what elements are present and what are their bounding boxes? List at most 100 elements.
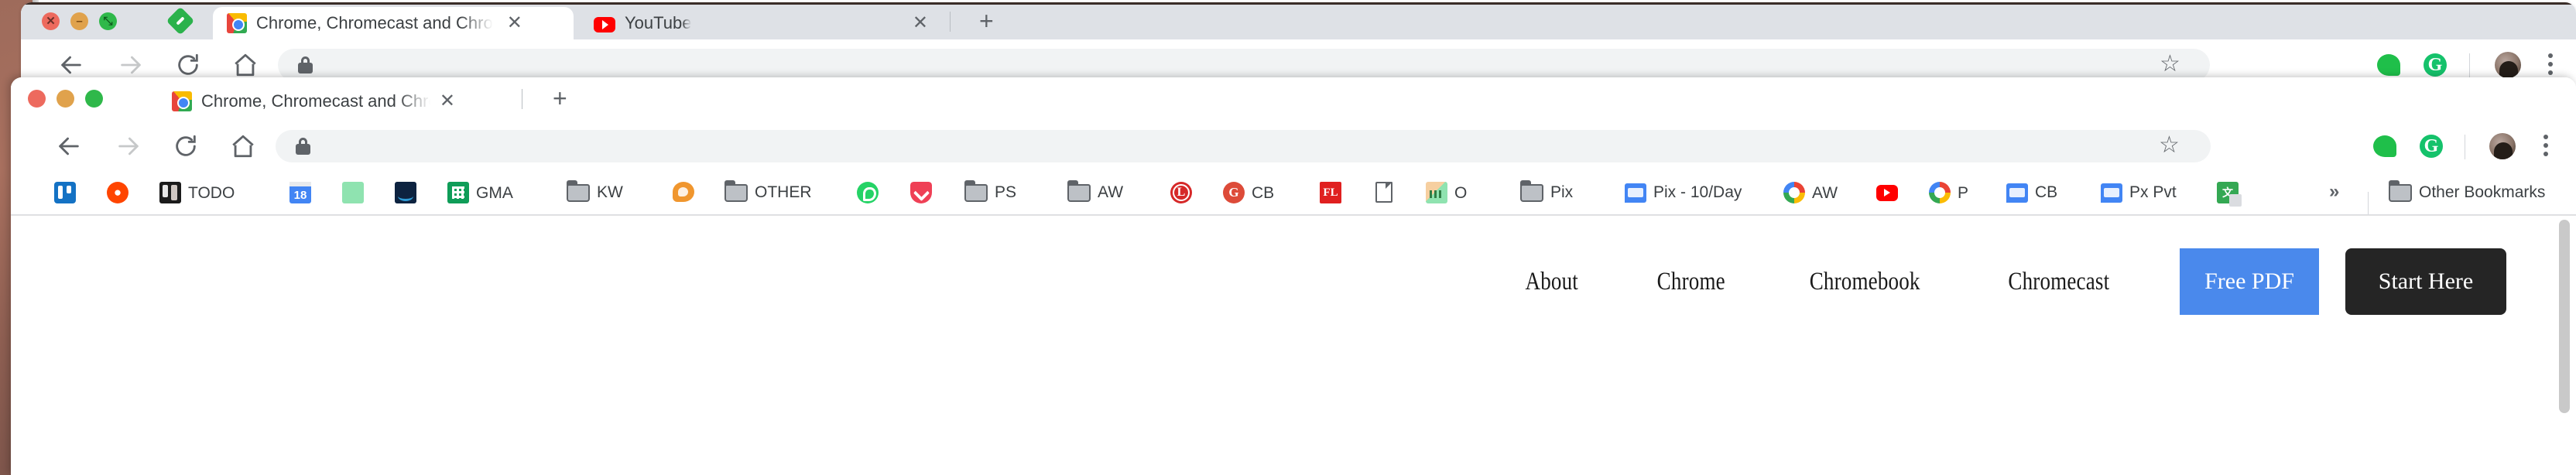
nav-link-chrome[interactable]: Chrome [1630, 268, 1752, 296]
folder-icon [964, 180, 988, 202]
chat-bubble-extension-icon[interactable] [2377, 54, 2400, 76]
maximize-window-button[interactable] [85, 90, 103, 108]
minimize-icon: – [76, 15, 83, 28]
bookmark-youtube[interactable] [1876, 182, 1898, 201]
bookmark-trello[interactable] [54, 182, 76, 203]
bookmarks-bar-front: ● TODO 18 GMA KW OTHER PS AW L G CB FL O … [11, 172, 2576, 215]
nav-link-chromebook[interactable]: Chromebook [1783, 268, 1947, 296]
bookmark-l[interactable]: L [1170, 182, 1192, 203]
bookmark-aw[interactable]: AW [1067, 180, 1123, 202]
start-here-button[interactable]: Start Here [2345, 248, 2506, 315]
calendar-day: 18 [293, 189, 307, 202]
bookmark-star-icon[interactable]: ☆ [2160, 53, 2180, 76]
bookmark-other[interactable]: OTHER [724, 180, 812, 202]
site-navigation: About Chrome Chromebook Chromecast Free … [1487, 248, 2506, 315]
google-plus-bookmark-icon: G [1223, 182, 1245, 203]
bookmark-qchat[interactable] [673, 182, 694, 202]
bookmark-amazon[interactable] [395, 182, 416, 203]
bookmark-cb-photos[interactable]: CB [2006, 182, 2057, 203]
bookmark-other-bookmarks[interactable]: Other Bookmarks [2389, 180, 2545, 202]
tab-title: Chrome, Chromecast and Chro [201, 91, 430, 111]
grammarly-extension-icon[interactable]: G [2420, 135, 2443, 158]
l-glyph: L [1177, 186, 1186, 199]
bookmark-notes-green[interactable] [342, 182, 364, 203]
bookmark-px-pvt[interactable]: Px Pvt [2101, 182, 2177, 203]
tab-chrome-chromecast[interactable]: Chrome, Chromecast and Chro ✕ [158, 85, 468, 118]
back-arrow-icon[interactable] [58, 52, 84, 78]
todo-bookmark-icon [159, 182, 181, 203]
home-icon[interactable] [232, 52, 259, 78]
pocket-bookmark-icon [910, 182, 932, 203]
bookmark-star-icon[interactable]: ☆ [2159, 134, 2180, 157]
new-tab-button[interactable]: + [553, 86, 567, 111]
new-tab-button[interactable]: + [979, 9, 994, 33]
bookmark-cb-gplus[interactable]: G CB [1223, 182, 1274, 203]
reload-icon[interactable] [175, 52, 201, 78]
address-bar[interactable] [276, 130, 2211, 162]
home-icon[interactable] [230, 133, 256, 159]
close-tab-icon[interactable]: ✕ [507, 14, 522, 32]
chat-bubble-extension-icon[interactable] [2373, 135, 2396, 157]
tab-chrome-chromecast[interactable]: Chrome, Chromecast and Chro ✕ [213, 7, 574, 39]
close-tab-icon[interactable]: ✕ [440, 92, 455, 111]
minimize-window-button[interactable]: – [70, 12, 88, 30]
l-circle-bookmark-icon: L [1170, 182, 1192, 203]
browser-toolbar-front: ☆ G [11, 121, 2576, 172]
maximize-window-button[interactable]: ⤡ [99, 12, 117, 30]
tab-title: YouTube [625, 13, 692, 32]
bookmark-whatsapp[interactable] [857, 182, 879, 203]
grammarly-extension-icon[interactable]: G [2424, 53, 2447, 77]
tab-youtube[interactable]: YouTube ✕ [580, 7, 940, 39]
close-tab-icon[interactable]: ✕ [913, 14, 928, 32]
traffic-lights-front [28, 90, 103, 108]
photos-bookmark-icon [2006, 183, 2028, 203]
close-window-button[interactable] [28, 90, 46, 108]
google-bookmark-icon [1929, 182, 1951, 203]
whatsapp-bookmark-icon [857, 182, 879, 203]
document-bookmark-icon [1375, 182, 1392, 203]
reload-icon[interactable] [173, 133, 199, 159]
bookmark-translate[interactable]: 文 [2217, 182, 2242, 207]
feedly-icon[interactable] [166, 6, 195, 36]
bookmark-fl[interactable]: FL [1320, 182, 1341, 203]
bookmark-label: CB [1252, 183, 1275, 202]
nav-link-about[interactable]: About [1499, 268, 1605, 296]
free-pdf-button[interactable]: Free PDF [2180, 248, 2319, 315]
bookmark-pix[interactable]: Pix [1520, 180, 1573, 202]
page-scrollbar[interactable] [2556, 218, 2573, 427]
scrollbar-thumb[interactable] [2559, 220, 2570, 413]
kebab-menu-icon[interactable] [2548, 53, 2553, 75]
bookmark-todo[interactable]: TODO [159, 182, 235, 203]
avatar[interactable] [2489, 133, 2516, 159]
bookmark-ps[interactable]: PS [964, 180, 1016, 202]
chrome-favicon [172, 91, 192, 111]
bookmark-p-google[interactable]: P [1929, 182, 1968, 203]
bookmark-kw[interactable]: KW [567, 180, 623, 202]
bookmark-aw-google[interactable]: AW [1783, 182, 1838, 203]
green-note-bookmark-icon [342, 182, 364, 203]
notes-bookmark-icon [1426, 182, 1447, 203]
minimize-window-button[interactable] [57, 90, 74, 108]
address-bar[interactable] [278, 49, 2210, 81]
bookmark-reddit[interactable]: ● [107, 182, 128, 203]
kebab-menu-icon[interactable] [2543, 135, 2548, 156]
bookmark-label: Px Pvt [2129, 183, 2177, 201]
browser-window-front[interactable]: Chrome, Chromecast and Chro ✕ + ☆ G ● TO… [11, 77, 2576, 475]
translate-bookmark-icon: 文 [2217, 182, 2242, 207]
tab-title: Chrome, Chromecast and Chro [256, 13, 493, 32]
bookmark-o[interactable]: O [1426, 182, 1467, 203]
back-arrow-icon[interactable] [56, 133, 82, 159]
bookmarks-divider [2368, 192, 2369, 215]
bookmark-pocket[interactable] [910, 182, 932, 203]
bookmark-label: GMA [476, 183, 513, 202]
bookmark-pix-10day[interactable]: Pix - 10/Day [1625, 182, 1742, 203]
folder-icon [567, 180, 590, 202]
bookmark-calendar[interactable]: 18 [289, 182, 311, 203]
avatar[interactable] [2495, 52, 2521, 78]
amazon-bookmark-icon [395, 182, 416, 203]
close-window-button[interactable]: ✕ [42, 12, 60, 30]
bookmark-doc[interactable] [1373, 182, 1392, 203]
bookmark-gma[interactable]: GMA [447, 182, 513, 203]
bookmark-label: AW [1812, 183, 1838, 202]
nav-link-chromecast[interactable]: Chromecast [1982, 268, 2136, 296]
